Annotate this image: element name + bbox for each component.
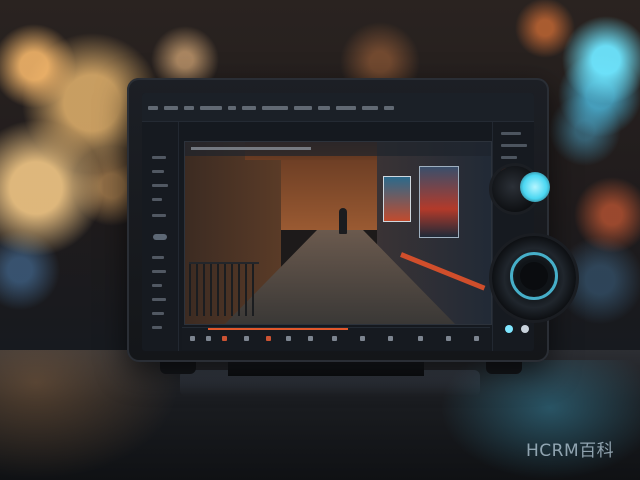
timeline-control [418,336,423,341]
menu-item [184,106,194,110]
timeline-control [266,336,271,341]
panel-toggle [153,234,167,240]
menu-item [384,106,394,110]
panel-item [152,270,166,273]
preview-back-wall [281,160,377,230]
menu-items [148,106,528,110]
panel-item [501,156,517,159]
menu-item [362,106,378,110]
timeline-control [222,336,227,341]
timeline-control [206,336,211,341]
camera-knob-light [520,172,550,202]
panel-item [152,326,162,329]
menu-item [164,106,178,110]
indicator-light [505,325,513,333]
preview-header [185,142,491,156]
panel-item [501,132,521,135]
editor-timeline [182,327,490,350]
timeline-control [286,336,291,341]
panel-item [152,312,164,315]
timeline-control [474,336,479,341]
panel-item [501,144,527,147]
menu-item [148,106,158,110]
panel-item [152,170,164,173]
panel-item [152,184,168,187]
panel-item [152,198,162,201]
preview-screen-large [419,166,459,238]
panel-item [152,156,166,159]
timeline-control [388,336,393,341]
timeline-control [332,336,337,341]
panel-item [152,298,166,301]
monitor-screen [142,93,534,351]
desk-warm-glow [0,350,180,480]
watermark: HCRM百科 [526,441,615,461]
editor-menubar [142,93,534,122]
timeline-progress [208,328,348,330]
timeline-control [244,336,249,341]
timeline-control [190,336,195,341]
menu-item [318,106,330,110]
preview-person [339,208,347,234]
timeline-control [446,336,451,341]
menu-item [262,106,288,110]
panel-item [152,256,164,259]
lens-core [520,262,548,290]
monitor-stand [228,360,424,376]
video-preview [184,141,492,325]
preview-railing [189,262,259,316]
timeline-control [360,336,365,341]
preview-header-text [191,147,311,150]
menu-item [294,106,312,110]
timeline-control [308,336,313,341]
preview-screen-small [383,176,411,222]
editor-left-panel [142,122,179,351]
panel-item [152,284,162,287]
menu-item [200,106,222,110]
indicator-light [521,325,529,333]
panel-item [152,214,166,217]
menu-item [336,106,356,110]
menu-item [242,106,256,110]
menu-item [228,106,236,110]
photo-scene: HCRM百科 [0,0,640,480]
